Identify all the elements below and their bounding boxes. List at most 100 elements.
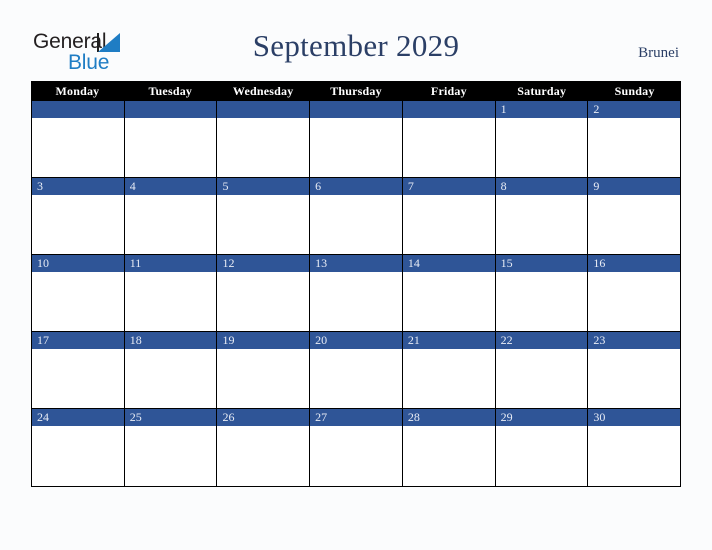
day-events-area[interactable] <box>402 349 495 408</box>
day-number-bar <box>32 101 124 118</box>
day-number-bar: 8 <box>495 178 588 195</box>
day-cell[interactable]: 22 <box>495 332 589 408</box>
day-events-area[interactable] <box>495 349 588 408</box>
day-events-area[interactable] <box>310 426 402 485</box>
day-events-area[interactable] <box>495 195 588 254</box>
day-events-area[interactable] <box>402 118 495 177</box>
day-number-bar: 2 <box>588 101 681 118</box>
day-events-area[interactable] <box>124 426 217 485</box>
day-cell[interactable] <box>124 101 218 177</box>
weekday-header-sunday: Sunday <box>614 84 655 98</box>
day-events-area[interactable] <box>495 272 588 331</box>
day-events-area[interactable] <box>310 349 402 408</box>
day-number-bar: 10 <box>32 255 124 272</box>
day-events-area[interactable] <box>217 426 310 485</box>
day-events-area[interactable] <box>495 118 588 177</box>
day-number-bar: 28 <box>402 409 495 426</box>
day-cell[interactable]: 1 <box>495 101 589 177</box>
day-events-area[interactable] <box>310 272 402 331</box>
day-cell[interactable]: 30 <box>588 409 681 486</box>
country-label: Brunei <box>638 45 679 61</box>
day-cell[interactable]: 28 <box>402 409 496 486</box>
day-number: 22 <box>500 333 513 347</box>
day-number: 14 <box>407 256 420 270</box>
day-cell[interactable]: 27 <box>310 409 403 486</box>
day-cell[interactable]: 19 <box>217 332 311 408</box>
day-cell[interactable]: 3 <box>32 178 125 254</box>
day-cell[interactable] <box>217 101 311 177</box>
day-cell[interactable]: 5 <box>217 178 311 254</box>
day-events-area[interactable] <box>402 426 495 485</box>
day-number: 29 <box>500 410 513 424</box>
day-events-area[interactable] <box>310 195 402 254</box>
day-number: 21 <box>407 333 420 347</box>
day-events-area[interactable] <box>402 195 495 254</box>
day-events-area[interactable] <box>588 349 681 408</box>
weekday-header-tuesday: Tuesday <box>148 84 193 98</box>
weekday-header-friday: Friday <box>430 84 467 98</box>
day-cell[interactable]: 11 <box>124 255 218 331</box>
day-cell[interactable]: 6 <box>310 178 403 254</box>
day-events-area[interactable] <box>124 272 217 331</box>
day-cell[interactable]: 13 <box>310 255 403 331</box>
weekday-header-monday: Monday <box>55 84 100 98</box>
day-number: 28 <box>407 410 420 424</box>
day-cell[interactable]: 2 <box>588 101 681 177</box>
day-events-area[interactable] <box>124 118 217 177</box>
day-cell[interactable]: 20 <box>310 332 403 408</box>
day-events-area[interactable] <box>32 426 124 485</box>
week-row: 1 2 <box>32 101 681 178</box>
day-events-area[interactable] <box>310 118 402 177</box>
day-cell[interactable]: 25 <box>124 409 218 486</box>
day-events-area[interactable] <box>588 426 681 485</box>
day-number: 7 <box>407 179 414 193</box>
day-events-area[interactable] <box>588 118 681 177</box>
day-events-area[interactable] <box>124 349 217 408</box>
day-cell[interactable]: 18 <box>124 332 218 408</box>
day-number: 24 <box>37 410 49 424</box>
day-events-area[interactable] <box>32 118 124 177</box>
weekday-header-wednesday: Wednesday <box>232 84 294 98</box>
day-events-area[interactable] <box>32 349 124 408</box>
day-cell[interactable]: 23 <box>588 332 681 408</box>
day-events-area[interactable] <box>217 118 310 177</box>
day-number: 30 <box>593 410 606 424</box>
day-number-bar: 19 <box>217 332 310 349</box>
day-events-area[interactable] <box>124 195 217 254</box>
day-events-area[interactable] <box>588 195 681 254</box>
day-number: 8 <box>500 179 507 193</box>
day-cell[interactable]: 24 <box>32 409 125 486</box>
day-cell[interactable] <box>32 101 125 177</box>
day-cell[interactable]: 4 <box>124 178 218 254</box>
day-number: 26 <box>222 410 235 424</box>
week-row: 3 4 5 6 7 8 9 <box>32 178 681 255</box>
day-events-area[interactable] <box>32 195 124 254</box>
day-cell[interactable] <box>310 101 403 177</box>
day-events-area[interactable] <box>217 272 310 331</box>
day-cell[interactable]: 17 <box>32 332 125 408</box>
week-row: 24 25 26 27 28 29 30 <box>32 409 681 486</box>
day-cell[interactable]: 26 <box>217 409 311 486</box>
day-cell[interactable]: 29 <box>495 409 589 486</box>
day-events-area[interactable] <box>217 195 310 254</box>
day-cell[interactable]: 10 <box>32 255 125 331</box>
day-cell[interactable]: 7 <box>402 178 496 254</box>
day-events-area[interactable] <box>217 349 310 408</box>
day-cell[interactable]: 12 <box>217 255 311 331</box>
day-number-bar: 21 <box>402 332 495 349</box>
week-row: 17 18 19 20 21 22 23 <box>32 332 681 409</box>
day-events-area[interactable] <box>588 272 681 331</box>
day-events-area[interactable] <box>32 272 124 331</box>
day-number: 23 <box>593 333 606 347</box>
day-events-area[interactable] <box>402 272 495 331</box>
day-cell[interactable]: 15 <box>495 255 589 331</box>
day-events-area[interactable] <box>495 426 588 485</box>
day-number-bar: 3 <box>32 178 124 195</box>
day-number: 16 <box>593 256 606 270</box>
day-cell[interactable]: 16 <box>588 255 681 331</box>
day-cell[interactable]: 14 <box>402 255 496 331</box>
day-cell[interactable]: 21 <box>402 332 496 408</box>
day-cell[interactable] <box>402 101 496 177</box>
day-cell[interactable]: 9 <box>588 178 681 254</box>
day-cell[interactable]: 8 <box>495 178 589 254</box>
